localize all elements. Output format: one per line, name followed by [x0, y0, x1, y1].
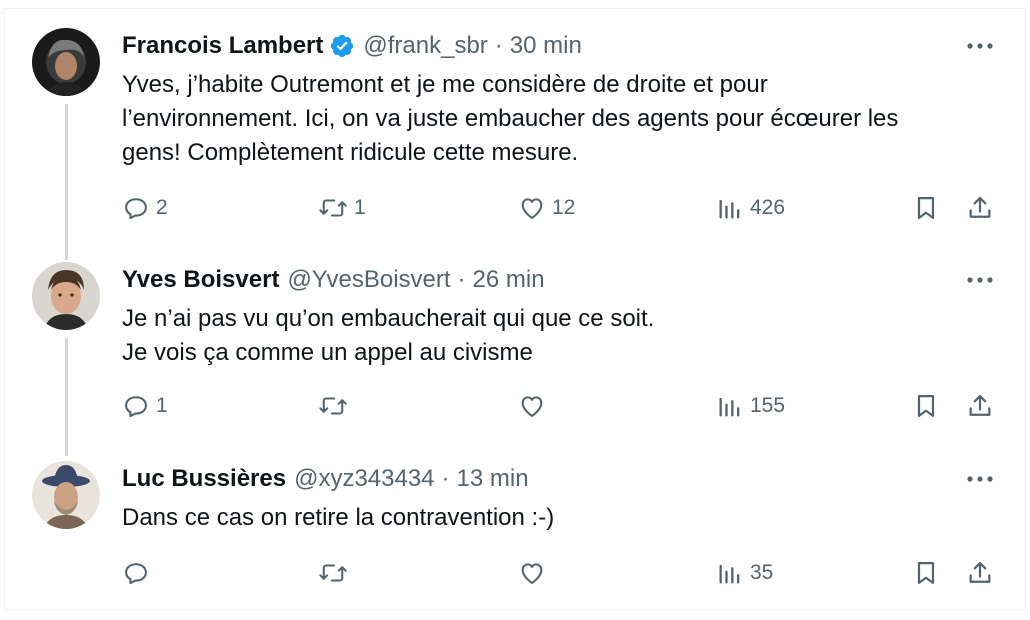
more-icon[interactable] [964, 270, 996, 290]
reply-count: 2 [156, 196, 168, 219]
bookmark-button[interactable] [912, 388, 940, 424]
share-button[interactable] [966, 190, 994, 226]
separator-dot: · [441, 465, 450, 492]
timestamp[interactable]: 13 min [457, 465, 529, 493]
share-button[interactable] [966, 388, 994, 424]
tweet-text: Je n’ai pas vu qu’on embaucherait qui qu… [122, 302, 1002, 370]
views-icon [716, 559, 744, 587]
tweet-text-line: l’environnement. Ici, on va juste embauc… [122, 105, 899, 132]
reply-icon [122, 392, 150, 420]
share-icon [966, 194, 994, 222]
bookmark-button[interactable] [912, 190, 940, 226]
share-button[interactable] [966, 555, 994, 591]
views-button[interactable]: 426 [716, 190, 785, 226]
tweet-text: Dans ce cas on retire la contravention :… [122, 501, 1002, 535]
like-icon [518, 194, 546, 222]
tweet-header: Francois Lambert @frank_sbr · 30 min [122, 28, 582, 64]
tweet-header: Yves Boisvert @YvesBoisvert · 26 min [122, 262, 545, 298]
retweet-button[interactable]: 1 [318, 190, 366, 226]
bookmark-button[interactable] [912, 555, 940, 591]
views-count: 426 [750, 196, 786, 219]
like-icon [518, 559, 546, 587]
separator-dot: · [457, 266, 466, 293]
author-name[interactable]: Francois Lambert [122, 32, 323, 60]
bookmark-icon [912, 559, 940, 587]
bookmark-icon [912, 194, 940, 222]
tweet-actions: 2 1 12 426 [0, 190, 1030, 226]
verified-badge-icon [329, 33, 355, 59]
tweet-header: Luc Bussières @xyz343434 · 13 min [122, 461, 529, 497]
retweet-icon [318, 194, 348, 222]
tweet-text-line: gens! Complètement ridicule cette mesure… [122, 139, 579, 166]
like-count: 12 [552, 196, 576, 219]
avatar[interactable] [32, 28, 100, 96]
timestamp[interactable]: 30 min [510, 32, 582, 60]
author-handle[interactable]: @YvesBoisvert [287, 266, 450, 294]
reply-count: 1 [156, 394, 168, 417]
views-button[interactable]: 35 [716, 555, 773, 591]
tweet-text-line: Yves, j’habite Outremont et je me consid… [122, 71, 768, 98]
bookmark-icon [912, 392, 940, 420]
reply-button[interactable]: 2 [122, 190, 168, 226]
tweet-text-line: Je vois ça comme un appel au civisme [122, 339, 533, 366]
author-name[interactable]: Yves Boisvert [122, 266, 279, 294]
share-icon [966, 559, 994, 587]
share-icon [966, 392, 994, 420]
like-button[interactable] [518, 555, 546, 591]
tweet-text: Yves, j’habite Outremont et je me consid… [122, 68, 1002, 170]
more-icon[interactable] [964, 469, 996, 489]
timestamp[interactable]: 26 min [473, 266, 545, 294]
reply-icon [122, 194, 150, 222]
views-count: 155 [750, 394, 786, 417]
like-button[interactable] [518, 388, 546, 424]
views-icon [716, 194, 744, 222]
thread-line [65, 104, 68, 260]
retweet-icon [318, 392, 348, 420]
retweet-button[interactable] [318, 388, 348, 424]
reply-button[interactable]: 1 [122, 388, 168, 424]
more-icon[interactable] [964, 36, 996, 56]
avatar[interactable] [32, 461, 100, 529]
separator-dot: · [494, 32, 503, 59]
tweet-actions: 1 155 [0, 388, 1030, 424]
retweet-button[interactable] [318, 555, 348, 591]
avatar[interactable] [32, 262, 100, 330]
author-handle[interactable]: @xyz343434 [294, 465, 434, 493]
retweet-icon [318, 559, 348, 587]
tweet-text-line: Dans ce cas on retire la contravention :… [122, 504, 555, 531]
reply-button[interactable] [122, 555, 150, 591]
author-name[interactable]: Luc Bussières [122, 465, 286, 493]
views-button[interactable]: 155 [716, 388, 785, 424]
tweet-actions: 35 [0, 555, 1030, 591]
like-icon [518, 392, 546, 420]
views-count: 35 [750, 561, 774, 584]
views-icon [716, 392, 744, 420]
tweet-text-line: Je n’ai pas vu qu’on embaucherait qui qu… [122, 305, 655, 332]
reply-icon [122, 559, 150, 587]
like-button[interactable]: 12 [518, 190, 575, 226]
retweet-count: 1 [354, 196, 366, 219]
author-handle[interactable]: @frank_sbr [363, 32, 487, 60]
